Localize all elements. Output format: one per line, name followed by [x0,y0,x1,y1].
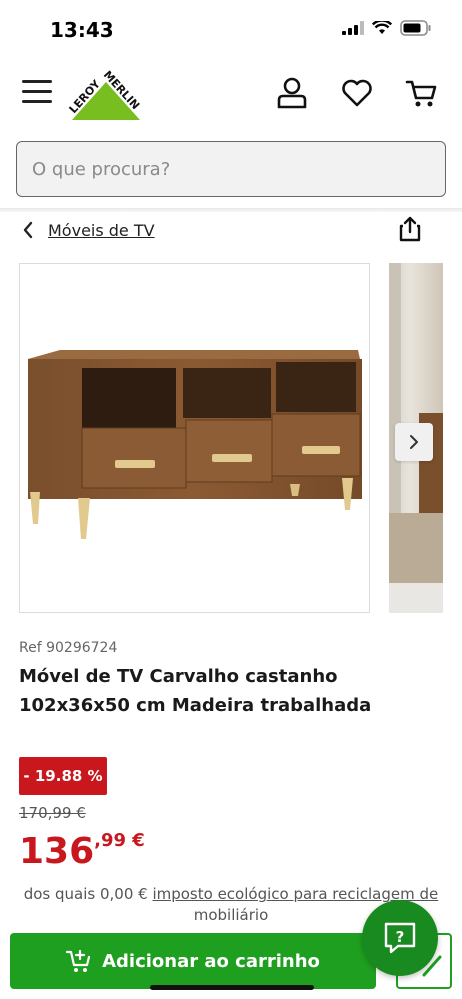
product-image[interactable] [19,263,370,613]
header-divider [0,208,462,212]
question-chat-icon: ? [384,922,416,954]
add-to-cart-button[interactable]: Adicionar ao carrinho [10,933,376,989]
breadcrumb[interactable]: Móveis de TV [22,218,155,242]
eco-tax-prefix: dos quais 0,00 € [23,885,153,903]
old-price: 170,99 € [19,804,86,822]
heart-icon[interactable] [340,76,374,110]
current-price: 136,99 € [19,828,145,876]
search-box[interactable] [16,141,446,197]
cart-add-icon [66,949,91,972]
help-chat-button[interactable]: ? [362,900,438,976]
price-decimal: ,99 € [94,830,145,851]
add-to-cart-label: Adicionar ao carrinho [102,950,320,972]
price-integer: 136 [19,831,95,872]
eco-tax-suffix: mobiliário [193,906,269,924]
product-ref: Ref 90296724 [19,640,118,656]
chevron-left-icon [23,221,33,239]
gallery-next-button[interactable] [395,423,433,461]
wifi-icon [372,21,392,34]
cart-icon[interactable] [405,76,439,110]
hamburger-icon[interactable] [22,80,52,106]
battery-icon [400,20,431,36]
share-icon[interactable] [398,216,422,242]
breadcrumb-label[interactable]: Móveis de TV [48,221,155,240]
status-icons [342,20,432,36]
signal-icon [342,21,364,35]
leroy-merlin-logo[interactable]: LEROY MERLIN [66,66,148,122]
app-header: LEROY MERLIN [0,62,462,128]
search-input[interactable] [32,142,430,196]
home-indicator [150,985,314,990]
status-time: 13:43 [50,18,114,42]
discount-badge: - 19.88 % [19,757,107,795]
product-title: Móvel de TV Carvalho castanho 102x36x50 … [19,666,372,716]
user-icon[interactable] [275,76,309,110]
chevron-right-icon [410,435,418,449]
svg-text:?: ? [396,928,405,946]
status-bar: 13:43 [0,0,462,60]
